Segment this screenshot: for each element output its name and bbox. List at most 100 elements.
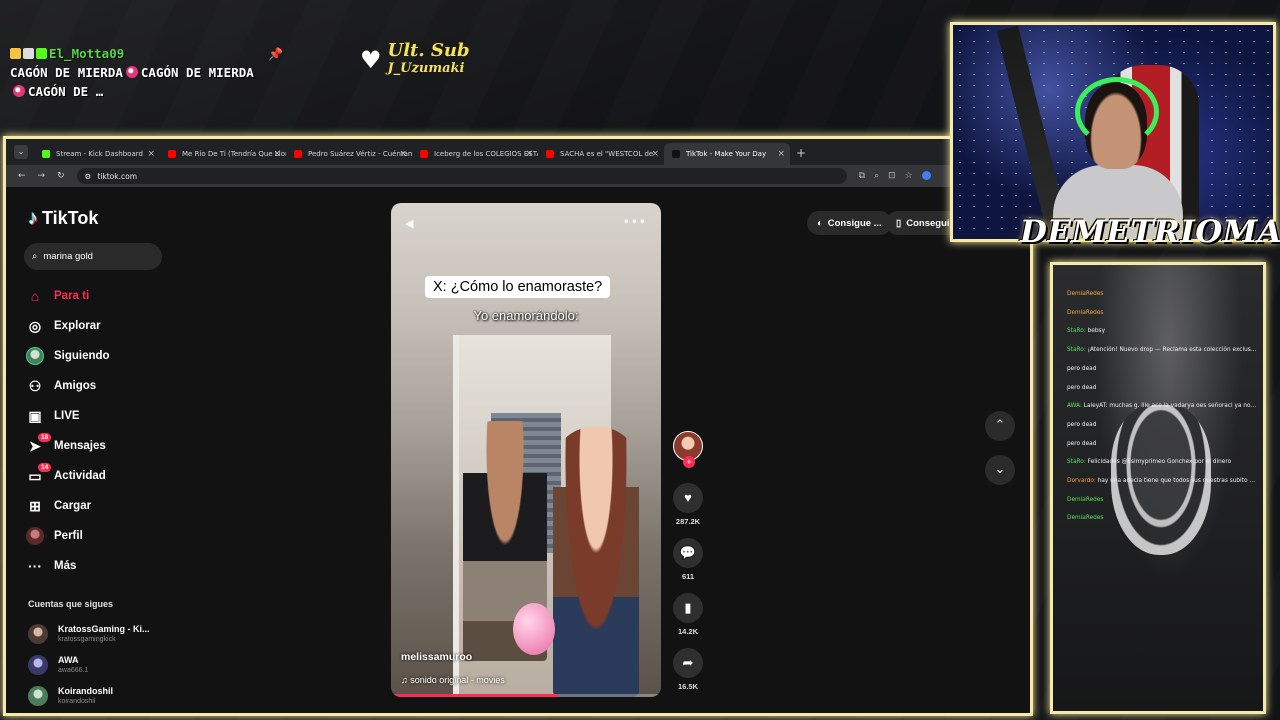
sidebar-item-live[interactable]: ▣ LIVE (26, 401, 186, 431)
get-app-button[interactable]: ◐ Consigue ... (807, 211, 892, 235)
crown-badge-icon (10, 48, 21, 59)
next-video-button[interactable]: ⌄ (985, 455, 1015, 485)
close-icon[interactable]: × (777, 143, 785, 165)
tab-search-button[interactable]: ⌄ (14, 145, 28, 159)
chat-username: El_Motta09 (49, 46, 125, 61)
avatar (28, 655, 48, 675)
nav-label: Más (54, 560, 77, 572)
video-actions: + ♥ 287.2K 💬 611 ▮ 14.2K ➦ 16.5K (670, 431, 706, 691)
screenshot-icon[interactable]: ⊡ (888, 171, 896, 181)
address-bar[interactable]: ⚙ tiktok.com (76, 168, 847, 184)
close-icon[interactable]: × (525, 143, 533, 165)
chat-message: pero dead (1067, 379, 1257, 398)
zoom-icon[interactable]: ⌕ (874, 171, 879, 181)
comment-count: 611 (681, 572, 695, 581)
chat-username: StaRo: (1067, 459, 1086, 466)
volume-icon[interactable]: ◀ (405, 217, 413, 230)
tab-favicon-icon (168, 150, 176, 158)
extension-icon[interactable] (921, 171, 931, 180)
save-button[interactable]: ▮ 14.2K (670, 593, 706, 636)
following-accounts-title: Cuentas que sigues (28, 599, 114, 609)
close-icon[interactable]: × (147, 143, 155, 165)
previous-video-button[interactable]: ⌃ (985, 411, 1015, 441)
chat-message: DemiaRedes (1067, 304, 1257, 323)
sidebar-item-mensajes[interactable]: ➤ 18 Mensajes (26, 431, 186, 461)
browser-tab[interactable]: Me Río De Ti (Tendría Que Llor × (160, 143, 286, 165)
chat-text: bebsy (1087, 328, 1106, 335)
sidebar-item-amigos[interactable]: ⚇ Amigos (26, 371, 186, 401)
sidebar-item-cargar[interactable]: ⊞ Cargar (26, 491, 186, 521)
tab-favicon-icon (546, 150, 554, 158)
messages-count-badge: 18 (38, 433, 52, 442)
followed-account[interactable]: Koirandoshil koirandoshil (28, 681, 178, 711)
comment-button[interactable]: 💬 611 (670, 538, 706, 581)
chat-list: DemiaRedes DemiaRedes StaRo: bebsy StaRo:… (1067, 285, 1257, 528)
new-tab-button[interactable]: + (790, 146, 812, 165)
stream-scene: El_Motta09 CAGÓN DE MIERDA CAGÓN DE MIERD… (0, 0, 1280, 720)
like-button[interactable]: ♥ 287.2K (670, 483, 706, 526)
heart-icon: ♥ (360, 46, 382, 74)
tiktok-logo[interactable]: ♪ TikTok (28, 207, 98, 230)
chevron-down-icon: ⌄ (994, 462, 1006, 477)
nav-label: Siguiendo (54, 350, 110, 362)
like-count: 287.2K (675, 517, 701, 526)
chat-text: hay una adecia tiene que todos sus nuest… (1097, 478, 1257, 485)
creator-avatar[interactable]: + (673, 431, 703, 468)
translate-icon[interactable]: ⧉ (859, 171, 865, 181)
video-progress-bar[interactable] (391, 694, 661, 697)
account-name: Koirandoshil (58, 686, 114, 696)
followed-account[interactable]: AWA awa666.1 (28, 650, 178, 680)
browser-tab[interactable]: Iceberg de los COLEGIOS ESTA × (412, 143, 538, 165)
chat-message: pero dead (1067, 416, 1257, 435)
nav-label: Mensajes (54, 440, 106, 452)
sidebar-item-para-ti[interactable]: ⌂ Para ti (26, 281, 186, 311)
sidebar-item-perfil[interactable]: Perfil (26, 521, 186, 551)
profile-avatar-icon (26, 527, 44, 545)
address-toolbar: ← → ↻ ⚙ tiktok.com ⧉ ⌕ ⊡ ☆ (6, 165, 1030, 187)
search-input[interactable]: ⌕ marina gold (24, 243, 162, 270)
video-username[interactable]: melissamuroo (401, 651, 472, 663)
reload-icon[interactable]: ↻ (57, 171, 65, 181)
avatar (28, 624, 48, 644)
stream-chat-panel: DemiaRedes DemiaRedes StaRo: bebsy StaRo:… (1050, 262, 1266, 714)
close-icon[interactable]: × (399, 143, 407, 165)
browser-tab[interactable]: TikTok - Make Your Day × (664, 143, 790, 165)
back-icon[interactable]: ← (18, 171, 26, 181)
video-balloon (513, 603, 555, 655)
video-sound[interactable]: ♫ sonido original - movies (401, 675, 505, 685)
last-sub-overlay: ♥ Ult. Sub J_Uzumaki (360, 42, 470, 78)
close-icon[interactable]: × (651, 143, 659, 165)
chat-text: ¡Atención! Nuevo drop — Reclama esta col… (1087, 347, 1257, 354)
tiktok-page: ♪ TikTok ⌕ marina gold ⌂ Para ti ◎ Explora… (6, 187, 1030, 713)
site-info-icon[interactable]: ⚙ (85, 172, 92, 181)
close-icon[interactable]: × (273, 143, 281, 165)
forward-icon[interactable]: → (38, 171, 46, 181)
browser-tab[interactable]: Pedro Suárez Vértiz - Cuéntam × (286, 143, 412, 165)
get-coins-button[interactable]: ▯ Consegui (886, 211, 960, 235)
sidebar-item-mas[interactable]: ··· Más (26, 551, 186, 581)
browser-tab[interactable]: SACHA es el "WESTCOL de × (538, 143, 664, 165)
share-button[interactable]: ➦ 16.5K (670, 648, 706, 691)
tab-title: Pedro Suárez Vértiz - Cuéntam (308, 150, 412, 158)
bookmark-star-icon[interactable]: ☆ (905, 171, 913, 181)
followed-account[interactable]: KratossGaming - Ki... kratossgamingkick (28, 619, 178, 649)
more-options-icon[interactable]: ••• (623, 215, 647, 229)
chat-message: StaRo: bebsy (1067, 322, 1257, 341)
bookmark-icon: ▮ (673, 593, 703, 623)
chat-text: Felicidades @Esimyprimeo Gonchex por el … (1087, 459, 1232, 466)
chat-text: pero dead (1067, 365, 1097, 372)
chat-message: DemiaRedes (1067, 509, 1257, 528)
follow-plus-icon[interactable]: + (683, 456, 695, 468)
streamer-name: DEMETRIOMAN (1020, 214, 1280, 250)
video-progress-fill (391, 694, 559, 697)
emote-icon (13, 85, 25, 97)
video-player[interactable]: ◀ ••• X: ¿Cómo lo enamoraste? Yo enamorá… (391, 203, 661, 697)
coin-icon: ◐ (817, 217, 823, 229)
sidebar-item-actividad[interactable]: ▭ 14 Actividad (26, 461, 186, 491)
chat-highlight-overlay: El_Motta09 CAGÓN DE MIERDA CAGÓN DE MIERD… (10, 44, 280, 101)
browser-tab[interactable]: Stream - Kick Dashboard × (34, 143, 160, 165)
sidebar-item-siguiendo[interactable]: Siguiendo (26, 341, 186, 371)
chat-text: pero dead (1067, 421, 1097, 428)
sidebar-item-explorar[interactable]: ◎ Explorar (26, 311, 186, 341)
chat-text: pero dead (1067, 384, 1097, 391)
